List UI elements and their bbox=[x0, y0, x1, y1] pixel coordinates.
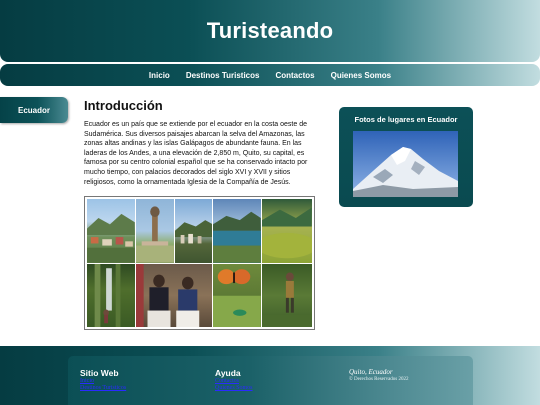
footer-heading-ayuda: Ayuda bbox=[215, 368, 241, 378]
section-heading: Introducción bbox=[84, 98, 163, 113]
main-nav: Inicio Destinos Turisticos Contactos Qui… bbox=[0, 64, 540, 86]
footer-heading-sitio-web: Sitio Web bbox=[80, 368, 119, 378]
collage-photo-butterfly-hummingbird bbox=[213, 263, 262, 327]
collage-photo-monument bbox=[135, 199, 174, 263]
nav-link-inicio[interactable]: Inicio bbox=[147, 71, 172, 80]
footer-link-contactos[interactable]: Contactos bbox=[215, 378, 253, 385]
footer-col-sitio-web: Sitio Web Inicio Destinos Turisticos bbox=[80, 368, 126, 392]
collage-photo-waterfall bbox=[87, 263, 135, 327]
nav-link-contactos[interactable]: Contactos bbox=[273, 71, 316, 80]
site-title: Turisteando bbox=[206, 18, 334, 43]
collage-photo-green-hills bbox=[262, 199, 312, 263]
footer-col-ayuda: Ayuda Contactos Quienes Somos bbox=[215, 368, 253, 392]
collage-photo-city-view bbox=[174, 199, 213, 263]
footer-city: Quito, Ecuador bbox=[349, 368, 393, 376]
nav-link-destinos[interactable]: Destinos Turisticos bbox=[184, 71, 262, 80]
photo-collage bbox=[84, 196, 315, 330]
photos-panel: Fotos de lugares en Ecuador bbox=[339, 107, 473, 207]
sidebar-tab-ecuador[interactable]: Ecuador bbox=[0, 97, 68, 123]
collage-photo-andes-town bbox=[87, 199, 135, 263]
collage-photo-lake bbox=[213, 199, 262, 263]
footer-link-destinos[interactable]: Destinos Turisticos bbox=[80, 385, 126, 392]
collage-photo-hiker bbox=[262, 263, 312, 327]
photos-panel-title: Fotos de lugares en Ecuador bbox=[354, 115, 458, 124]
nav-link-quienes-somos[interactable]: Quienes Somos bbox=[329, 71, 393, 80]
footer-copyright: © Derechos Reservados 2022 bbox=[349, 377, 409, 382]
footer-link-quienes-somos[interactable]: Quienes Somos bbox=[215, 385, 253, 392]
footer-panel bbox=[68, 356, 473, 405]
footer-link-inicio[interactable]: Inicio bbox=[80, 378, 126, 385]
collage-photo-people bbox=[135, 263, 213, 327]
volcano-photo bbox=[353, 131, 458, 197]
site-header: Turisteando bbox=[0, 0, 540, 62]
intro-paragraph: Ecuador es un país que se extiende por e… bbox=[84, 121, 308, 186]
